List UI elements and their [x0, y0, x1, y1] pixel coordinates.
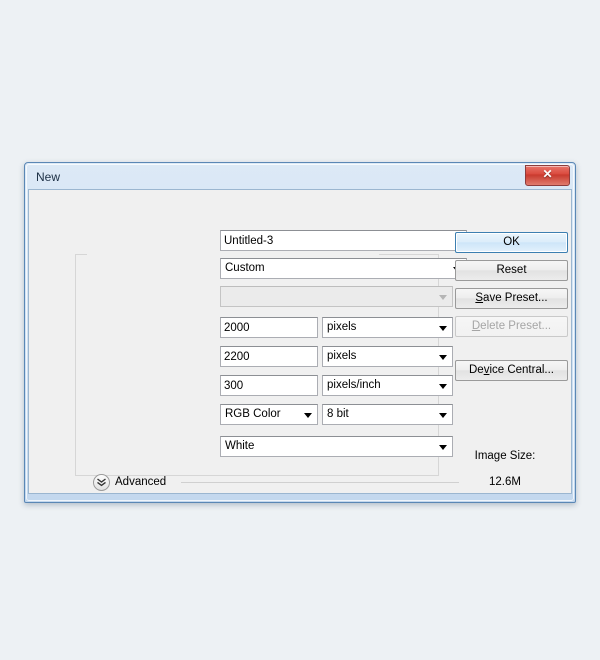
groupbox-top-right [379, 254, 439, 255]
ok-button[interactable]: OK [455, 232, 568, 253]
name-input[interactable] [220, 230, 467, 251]
resolution-unit-dropdown[interactable]: pixels/inch [322, 375, 453, 396]
image-size-label: Image Size: [439, 450, 571, 462]
dialog-client-area: Name: Preset: Custom Size: [28, 189, 572, 494]
device-central-button[interactable]: Device Central... [455, 360, 568, 381]
chevron-down-icon [304, 413, 312, 418]
row-resolution: Resolution: pixels/inch [29, 375, 443, 397]
width-unit-value: pixels [327, 321, 356, 333]
bit-depth-dropdown[interactable]: 8 bit [322, 404, 453, 425]
advanced-divider [181, 482, 459, 483]
background-contents-value: White [225, 440, 254, 452]
width-input[interactable] [220, 317, 318, 338]
color-mode-dropdown[interactable]: RGB Color [220, 404, 318, 425]
row-background-contents: Background Contents: White [29, 436, 443, 458]
save-preset-button[interactable]: Save Preset... [455, 288, 568, 309]
close-icon[interactable]: ✕ [525, 165, 570, 186]
reset-button[interactable]: Reset [455, 260, 568, 281]
form-area: Name: Preset: Custom Size: [29, 190, 443, 493]
resolution-unit-value: pixels/inch [327, 379, 381, 391]
new-document-dialog: New ✕ Name: Preset: [24, 162, 576, 503]
height-unit-dropdown[interactable]: pixels [322, 346, 453, 367]
reset-button-label: Reset [496, 264, 526, 276]
preset-dropdown[interactable]: Custom [220, 258, 467, 279]
row-width: Width: pixels [29, 317, 443, 339]
row-height: Height: pixels [29, 346, 443, 368]
image-size-value: 12.6M [439, 476, 571, 488]
color-mode-value: RGB Color [225, 408, 281, 420]
size-dropdown [220, 286, 453, 307]
row-color-mode: Color Mode: RGB Color 8 bit [29, 404, 443, 426]
bit-depth-value: 8 bit [327, 408, 349, 420]
row-size: Size: [29, 286, 443, 308]
background-contents-dropdown[interactable]: White [220, 436, 453, 457]
chevron-double-down-icon[interactable] [93, 474, 110, 491]
advanced-label[interactable]: Advanced [115, 473, 166, 491]
height-input[interactable] [220, 346, 318, 367]
delete-preset-button: Delete Preset... [455, 316, 568, 337]
dialog-titlebar: New ✕ [28, 165, 572, 189]
resolution-input[interactable] [220, 375, 318, 396]
button-column: OK Reset Save Preset... Delete Preset...… [439, 190, 571, 493]
ok-button-label: OK [503, 236, 520, 248]
width-unit-dropdown[interactable]: pixels [322, 317, 453, 338]
row-name: Name: [29, 230, 443, 252]
row-preset: Preset: Custom [29, 258, 443, 280]
groupbox-top-left [75, 254, 87, 255]
height-unit-value: pixels [327, 350, 356, 362]
dialog-title: New [36, 170, 60, 184]
preset-value: Custom [225, 262, 265, 274]
